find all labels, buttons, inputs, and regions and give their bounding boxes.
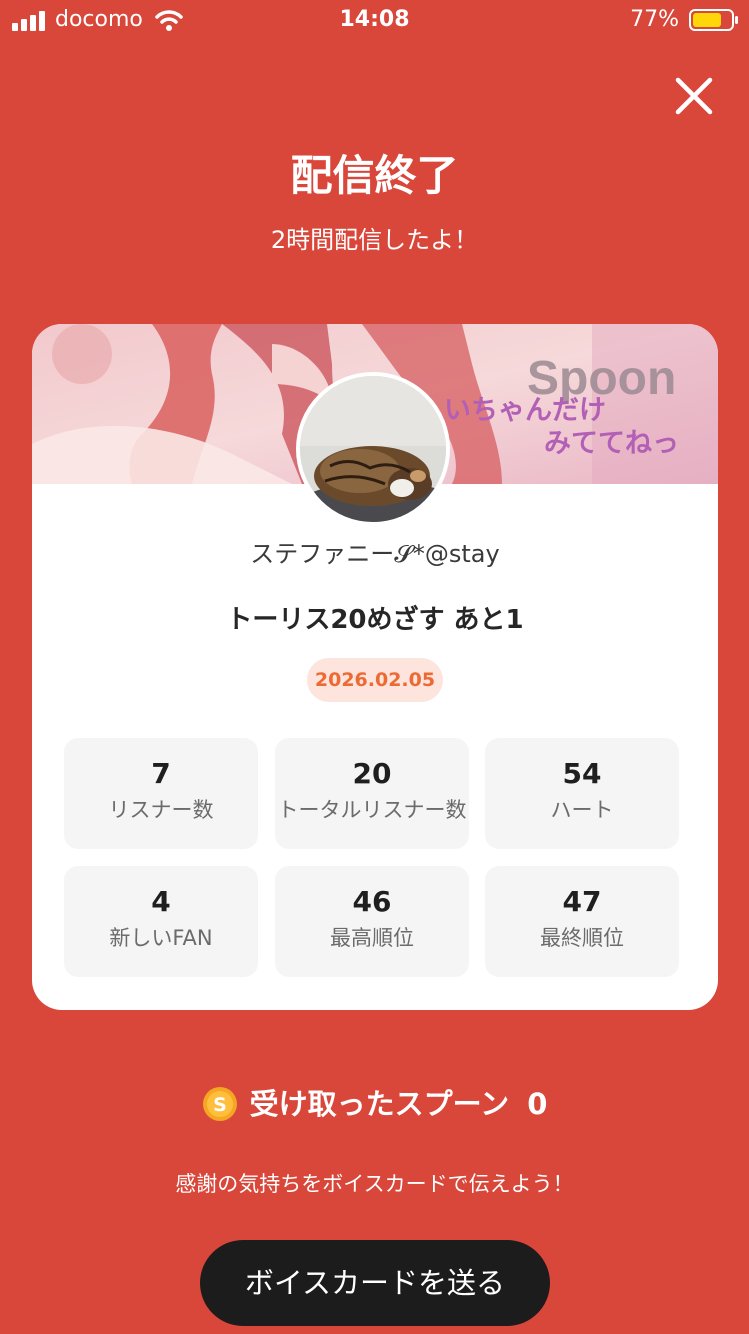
stat-label: トータルリスナー数 (277, 798, 467, 822)
stat-label: ハート (550, 798, 614, 822)
thanks-message: 感謝の気持ちをボイスカードで伝えよう！ (175, 1172, 574, 1196)
stat-new-fans: 4 新しいFAN (64, 866, 258, 977)
stat-total-listeners: 20 トータルリスナー数 (275, 738, 469, 849)
close-icon (675, 77, 713, 115)
stat-best-rank: 46 最高順位 (275, 866, 469, 977)
battery-percentage: 77% (630, 7, 679, 32)
spoons-received-label: 受け取ったスプーン (249, 1087, 510, 1121)
stat-hearts: 54 ハート (485, 738, 679, 849)
stat-value: 54 (562, 757, 602, 790)
stat-label: 最終順位 (540, 926, 624, 950)
spoons-received: S 受け取ったスプーン 0 (0, 1082, 749, 1126)
stat-label: 最高順位 (330, 926, 414, 950)
stat-value: 7 (151, 757, 171, 790)
close-button[interactable] (670, 72, 718, 120)
avatar[interactable] (296, 372, 450, 526)
status-bar: docomo 14:08 77% (0, 0, 749, 42)
page-subtitle: 2時間配信したよ！ (270, 226, 479, 254)
banner-line2-text: みててねっ (544, 428, 679, 459)
spoons-received-count: 0 (527, 1087, 548, 1121)
stat-label: リスナー数 (108, 798, 214, 822)
live-title: トーリス20めざす あと1 (226, 605, 524, 635)
stat-value: 46 (352, 885, 392, 918)
cat-photo-icon (300, 376, 446, 522)
spoon-coin-icon: S (202, 1087, 237, 1121)
stat-listeners: 7 リスナー数 (64, 738, 258, 849)
battery-icon (689, 9, 738, 31)
stat-label: 新しいFAN (109, 926, 213, 950)
stat-value: 20 (352, 757, 392, 790)
stat-value: 47 (562, 885, 602, 918)
date-badge: 2026.02.05 (307, 658, 443, 702)
live-summary-card: Spoon いちゃんだけ みててねっ ステファニー𝓢*@stay トーリス20め… (32, 324, 718, 1010)
coin-letter: S (213, 1094, 227, 1116)
stat-final-rank: 47 最終順位 (485, 866, 679, 977)
page-title: 配信終了 (290, 151, 459, 200)
send-voice-card-button[interactable]: ボイスカードを送る (200, 1240, 550, 1326)
dj-username: ステファニー𝓢*@stay (250, 540, 500, 568)
banner-line1-text: いちゃんだけ (444, 395, 606, 426)
stat-value: 4 (151, 885, 171, 918)
